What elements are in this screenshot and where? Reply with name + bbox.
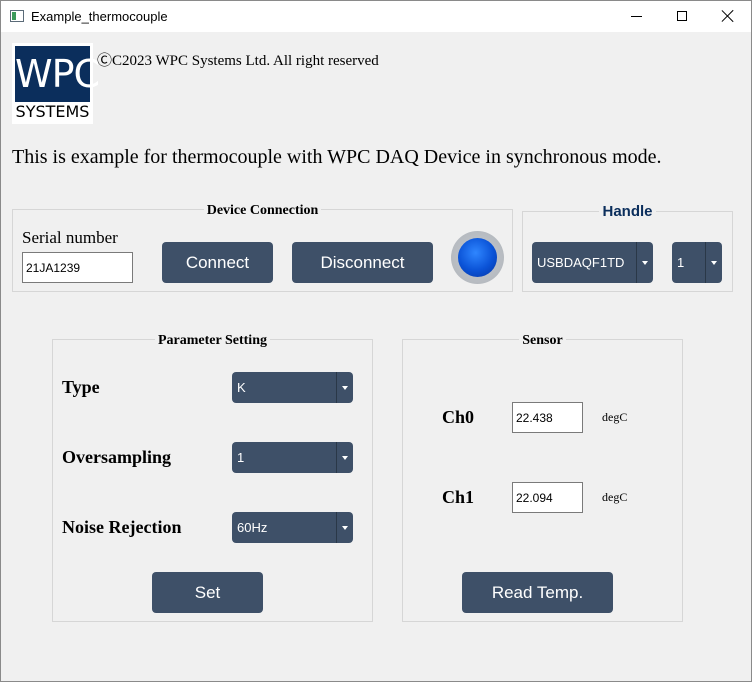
chevron-down-icon[interactable] <box>336 372 353 403</box>
device-handle-select[interactable]: USBDAQF1TD <box>532 242 653 283</box>
ch1-label: Ch1 <box>442 487 475 507</box>
ch1-unit: degC <box>602 490 628 504</box>
copyright-text: ⒸC2023 WPC Systems Ltd. All right reserv… <box>97 53 379 69</box>
app-window: Example_thermocouple WPC SYSTEMS ⒸC2023 … <box>0 0 752 682</box>
description-text: This is example for thermocouple with WP… <box>12 146 662 168</box>
serial-number-input[interactable]: 21JA1239 <box>22 252 133 283</box>
device-handle-value: USBDAQF1TD <box>537 255 625 270</box>
maximize-icon <box>677 11 687 21</box>
led-indicator-icon <box>458 238 497 277</box>
handle-title: Handle <box>599 203 656 220</box>
close-button[interactable] <box>705 1 751 31</box>
type-select[interactable]: K <box>232 372 353 403</box>
chevron-down-icon[interactable] <box>336 442 353 473</box>
maximize-button[interactable] <box>659 1 705 31</box>
logo-wordmark: WPC <box>15 46 100 102</box>
device-connection-title: Device Connection <box>203 203 322 218</box>
minimize-button[interactable] <box>613 1 659 31</box>
serial-number-label: Serial number <box>22 228 118 247</box>
connection-status-led <box>451 231 504 284</box>
chevron-down-icon[interactable] <box>336 512 353 543</box>
type-label: Type <box>62 377 100 397</box>
ch0-unit: degC <box>602 410 628 424</box>
type-value: K <box>237 380 246 395</box>
port-handle-select[interactable]: 1 <box>672 242 722 283</box>
read-temp-button[interactable]: Read Temp. <box>462 572 613 613</box>
set-button[interactable]: Set <box>152 572 263 613</box>
noise-rejection-label: Noise Rejection <box>62 517 182 537</box>
company-logo: WPC SYSTEMS <box>12 43 100 124</box>
disconnect-button[interactable]: Disconnect <box>292 242 433 283</box>
chevron-down-icon[interactable] <box>636 242 653 283</box>
oversampling-value: 1 <box>237 450 245 465</box>
sensor-title: Sensor <box>519 333 566 348</box>
ch0-value-field[interactable]: 22.438 <box>512 402 583 433</box>
noise-rejection-value: 60Hz <box>237 520 268 535</box>
oversampling-label: Oversampling <box>62 447 172 467</box>
title-bar: Example_thermocouple <box>1 1 751 32</box>
oversampling-select[interactable]: 1 <box>232 442 353 473</box>
port-handle-value: 1 <box>677 255 685 270</box>
window-title: Example_thermocouple <box>31 9 168 24</box>
close-icon <box>722 10 734 22</box>
ch1-value-field[interactable]: 22.094 <box>512 482 583 513</box>
chevron-down-icon[interactable] <box>705 242 722 283</box>
logo-subtitle: SYSTEMS <box>15 102 90 121</box>
ch0-label: Ch0 <box>442 407 475 427</box>
noise-rejection-select[interactable]: 60Hz <box>232 512 353 543</box>
parameter-setting-title: Parameter Setting <box>155 333 270 348</box>
minimize-icon <box>630 15 642 17</box>
app-icon <box>10 10 24 22</box>
connect-button[interactable]: Connect <box>162 242 273 283</box>
